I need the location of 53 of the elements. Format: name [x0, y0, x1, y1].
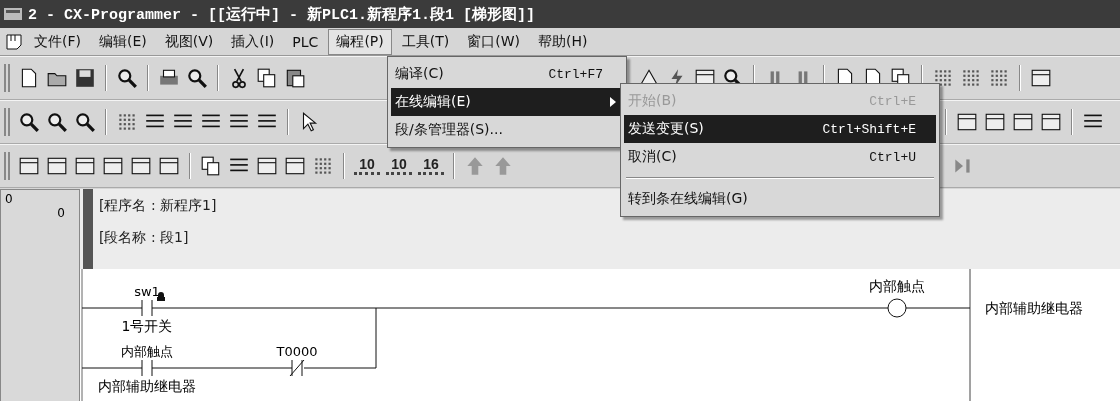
window-icon[interactable] — [130, 155, 152, 177]
program-name: [程序名 : 新程序1] — [99, 197, 217, 215]
zoom-icon[interactable] — [18, 111, 40, 133]
menu-item[interactable]: 发送变更(S) Ctrl+Shift+E — [624, 115, 936, 143]
menu-item[interactable]: PLC — [284, 29, 327, 54]
menu-item[interactable]: 插入(I) — [223, 28, 283, 55]
toolbar-grip[interactable] — [4, 108, 10, 136]
menu-item[interactable]: 取消(C) Ctrl+U — [624, 143, 936, 171]
window-icon[interactable] — [284, 155, 306, 177]
contact-symbol: sw1 — [134, 284, 160, 299]
number-format-button[interactable]: 10 — [354, 157, 380, 175]
coil-symbol — [887, 298, 907, 318]
window-icon[interactable] — [158, 155, 180, 177]
step-number: 0 — [57, 206, 65, 220]
menu-item[interactable]: 视图(V) — [156, 28, 222, 55]
rung-number: 0 — [5, 192, 13, 206]
save-icon[interactable] — [74, 67, 96, 89]
contact-comment: 1号开关 — [121, 318, 173, 334]
app-icon — [4, 7, 22, 21]
grid-icon[interactable] — [116, 111, 138, 133]
menu-item[interactable]: 文件(F) — [26, 28, 89, 55]
menu-item[interactable]: 在线编辑(E) — [391, 88, 623, 116]
toolbar-grip[interactable] — [4, 64, 10, 92]
number-format-button[interactable]: 16 — [418, 157, 444, 175]
zoom-out-icon[interactable] — [74, 111, 96, 133]
copy-icon[interactable] — [256, 67, 278, 89]
coil-comment: 内部辅助继电器 — [985, 300, 1083, 316]
zoom-in-icon[interactable] — [46, 111, 68, 133]
menu-item[interactable]: 窗口(W) — [459, 28, 528, 55]
contact-comment: 内部辅助继电器 — [98, 378, 196, 394]
toolbar-grip[interactable] — [4, 152, 10, 180]
menu-item[interactable]: 工具(T) — [393, 28, 458, 55]
number-format-button[interactable]: 10 — [386, 157, 412, 175]
menu-item[interactable]: 帮助(H) — [530, 28, 596, 55]
menu-item[interactable]: 编程(P) — [328, 28, 392, 55]
find-icon[interactable] — [116, 67, 138, 89]
section-name: [段名称 : 段1] — [99, 229, 190, 247]
contact-symbol: 内部触点 — [121, 344, 173, 359]
lock-icon — [157, 292, 165, 301]
coil-symbol-label: 内部触点 — [869, 278, 925, 294]
window-icon[interactable] — [18, 155, 40, 177]
window-icon[interactable] — [102, 155, 124, 177]
document-icon[interactable] — [4, 31, 24, 52]
menu-item[interactable]: 段/条管理器(S)... — [391, 116, 623, 144]
submenu-arrow-icon — [609, 97, 617, 107]
window-title: 2 - CX-Programmer - [[运行中] - 新PLC1.新程序1.段1 [梯形图]] — [28, 5, 536, 24]
window-icon[interactable] — [256, 155, 278, 177]
paste-icon[interactable] — [284, 67, 306, 89]
contact-symbol: T0000 — [276, 344, 318, 359]
menu-item[interactable]: 编译(C) Ctrl+F7 — [391, 60, 623, 88]
menu-item[interactable]: 转到条在线编辑(G) — [624, 185, 936, 213]
window-icon[interactable] — [74, 155, 96, 177]
menu-item[interactable]: 编辑(E) — [91, 28, 155, 55]
